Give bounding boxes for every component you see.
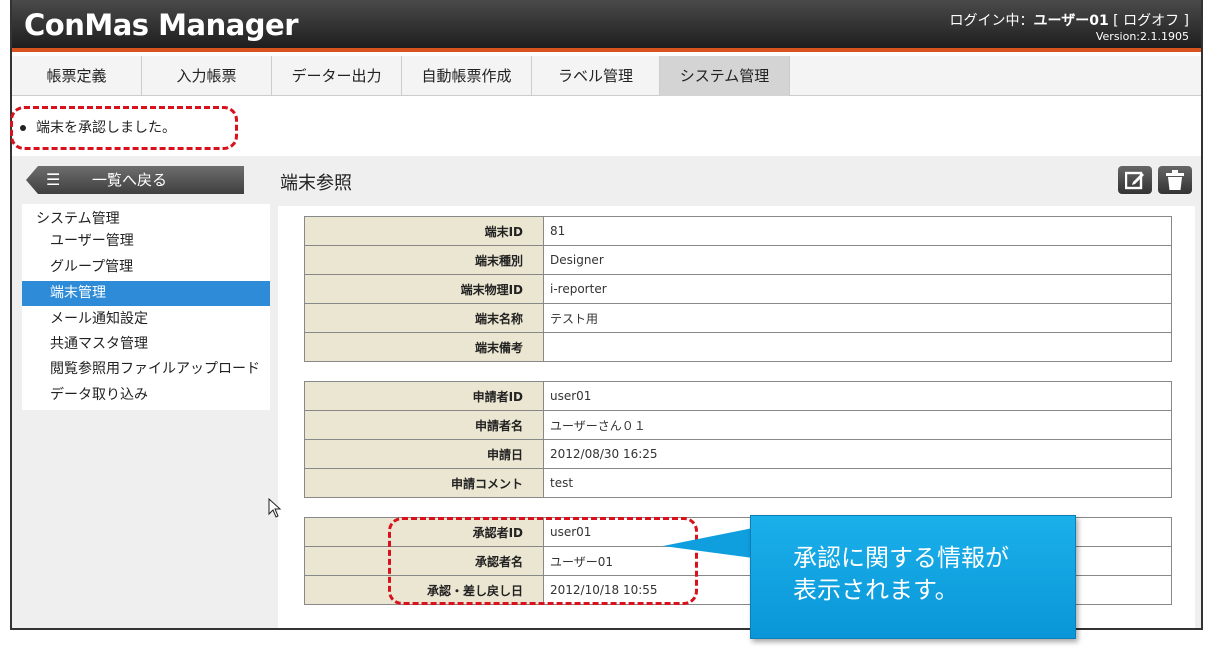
login-info: ログイン中：ユーザー01 [ ログオフ ] Version:2.1.1905 (950, 14, 1189, 44)
edit-button[interactable] (1118, 166, 1152, 194)
field-value: Designer (543, 245, 1172, 275)
list-icon: ☰ (46, 170, 61, 189)
field-label: 申請者ID (304, 381, 544, 411)
sidebar-item-users[interactable]: ユーザー管理 (22, 229, 270, 254)
sidebar-item-data-import[interactable]: データ取り込み (22, 383, 270, 408)
callout-line-2: 表示されます。 (793, 576, 959, 604)
field-label: 申請者名 (304, 410, 544, 440)
menu-data-output[interactable]: データー出力 (272, 56, 402, 96)
table-row: 端末物理ID i-reporter (304, 274, 1172, 304)
sidebar-title: システム管理 (36, 211, 120, 227)
mouse-cursor-icon (268, 498, 282, 518)
version-text: Version:2.1.1905 (1095, 30, 1189, 43)
message-highlight (10, 106, 238, 150)
field-value: i-reporter (543, 274, 1172, 304)
sidebar-item-file-upload[interactable]: 閲覧参照用ファイルアップロード (22, 357, 270, 382)
main-menu: 帳票定義 入力帳票 データー出力 自動帳票作成 ラベル管理 システム管理 (12, 56, 1201, 96)
edit-icon (1125, 171, 1144, 190)
field-value: テスト用 (543, 303, 1172, 333)
table-row: 端末備考 (304, 332, 1172, 362)
app-title: ConMas Manager (24, 8, 299, 42)
menu-input-form[interactable]: 入力帳票 (142, 56, 272, 96)
back-to-list-button[interactable]: ☰ 一覧へ戻る (26, 166, 244, 194)
sidebar-item-groups[interactable]: グループ管理 (22, 255, 270, 280)
sidebar-item-common-master[interactable]: 共通マスタ管理 (22, 332, 270, 357)
field-label: 申請日 (304, 439, 544, 469)
table-row: 端末名称 テスト用 (304, 303, 1172, 333)
request-table: 申請者ID user01 申請者名 ユーザーさん０１ 申請日 2012/08/30 1… (304, 381, 1172, 498)
field-label: 端末種別 (304, 245, 544, 275)
field-value: ユーザーさん０１ (543, 410, 1172, 440)
table-row: 申請コメント test (304, 468, 1172, 498)
field-label: 端末備考 (304, 332, 544, 362)
header-bar: ConMas Manager ログイン中：ユーザー01 [ ログオフ ] Ver… (12, 0, 1201, 52)
sidebar-item-mail-notification[interactable]: メール通知設定 (22, 307, 270, 332)
table-row: 申請日 2012/08/30 16:25 (304, 439, 1172, 469)
field-value: 2012/08/30 16:25 (543, 439, 1172, 469)
field-label: 端末名称 (304, 303, 544, 333)
table-row: 端末ID 81 (304, 216, 1172, 246)
menu-form-definition[interactable]: 帳票定義 (12, 56, 142, 96)
field-value (543, 332, 1172, 362)
field-value: test (543, 468, 1172, 498)
menu-label-management[interactable]: ラベル管理 (532, 56, 660, 96)
sidebar-item-terminals[interactable]: 端末管理 (22, 281, 270, 306)
callout-box: 承認に関する情報が 表示されます。 (750, 515, 1076, 639)
field-label: 端末ID (304, 216, 544, 246)
callout-line-1: 承認に関する情報が (793, 544, 1009, 572)
login-label: ログイン中： (949, 13, 1034, 29)
field-value: user01 (543, 381, 1172, 411)
field-label: 申請コメント (304, 468, 544, 498)
field-value: 81 (543, 216, 1172, 246)
delete-button[interactable] (1158, 166, 1192, 194)
user-name: ユーザー01 (1033, 13, 1109, 29)
logoff-link[interactable]: [ ログオフ ] (1113, 13, 1189, 29)
menu-auto-form[interactable]: 自動帳票作成 (402, 56, 532, 96)
terminal-table: 端末ID 81 端末種別 Designer 端末物理ID i-reporter 端末名… (304, 216, 1172, 362)
table-row: 申請者名 ユーザーさん０１ (304, 410, 1172, 440)
sidebar: システム管理 ユーザー管理 グループ管理 端末管理 メール通知設定 共通マスタ管… (22, 204, 270, 410)
approval-highlight (388, 517, 698, 605)
table-row: 申請者ID user01 (304, 381, 1172, 411)
back-button-label: 一覧へ戻る (92, 171, 168, 189)
callout-pointer (663, 528, 753, 558)
page-title: 端末参照 (280, 173, 352, 194)
table-row: 端末種別 Designer (304, 245, 1172, 275)
menu-system-management[interactable]: システム管理 (660, 56, 790, 96)
trash-icon (1166, 170, 1184, 190)
field-label: 端末物理ID (304, 274, 544, 304)
